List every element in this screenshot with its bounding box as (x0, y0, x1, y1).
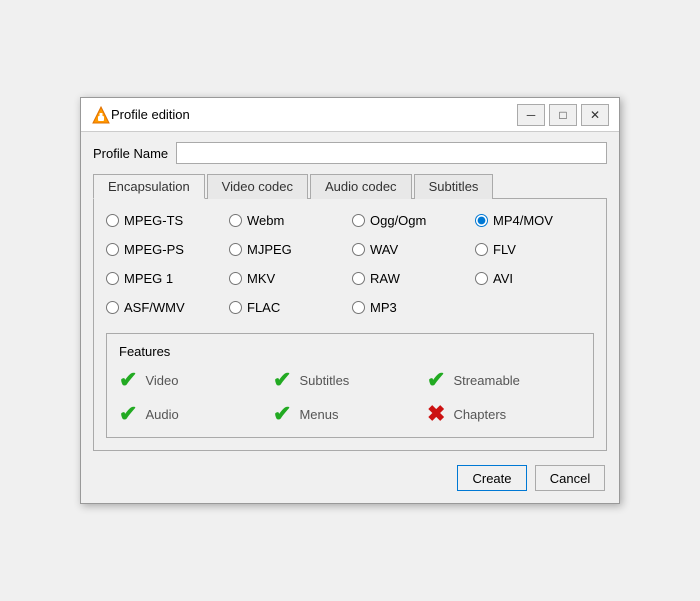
features-title: Features (119, 344, 581, 359)
option-ogg-ogm[interactable]: Ogg/Ogm (352, 213, 471, 228)
option-mpeg1[interactable]: MPEG 1 (106, 271, 225, 286)
option-flac[interactable]: FLAC (229, 300, 348, 315)
tab-content: MPEG-TS Webm Ogg/Ogm MP4/MOV MPEG-PS (93, 199, 607, 451)
profile-name-input[interactable] (176, 142, 607, 164)
feature-subtitles-label: Subtitles (299, 373, 349, 388)
option-mpeg-ts[interactable]: MPEG-TS (106, 213, 225, 228)
tab-subtitles[interactable]: Subtitles (414, 174, 494, 199)
button-row: Create Cancel (93, 465, 607, 491)
option-flv[interactable]: FLV (475, 242, 594, 257)
option-mpeg-ps[interactable]: MPEG-PS (106, 242, 225, 257)
profile-edition-window: Profile edition ─ □ ✕ Profile Name Encap… (80, 97, 620, 504)
features-grid: ✔ Video ✔ Subtitles ✔ Streamable ✔ Audio (119, 369, 581, 425)
feature-chapters: ✖ Chapters (427, 403, 581, 425)
tab-bar: Encapsulation Video codec Audio codec Su… (93, 174, 607, 199)
option-raw[interactable]: RAW (352, 271, 471, 286)
option-mp3[interactable]: MP3 (352, 300, 471, 315)
close-button[interactable]: ✕ (581, 104, 609, 126)
feature-video-label: Video (145, 373, 178, 388)
option-mjpeg[interactable]: MJPEG (229, 242, 348, 257)
feature-streamable: ✔ Streamable (427, 369, 581, 391)
feature-streamable-label: Streamable (453, 373, 519, 388)
title-bar: Profile edition ─ □ ✕ (81, 98, 619, 132)
option-avi[interactable]: AVI (475, 271, 594, 286)
tab-video-codec[interactable]: Video codec (207, 174, 308, 199)
option-webm[interactable]: Webm (229, 213, 348, 228)
tab-audio-codec[interactable]: Audio codec (310, 174, 412, 199)
check-icon: ✔ (119, 403, 137, 425)
option-asf-wmv[interactable]: ASF/WMV (106, 300, 225, 315)
maximize-button[interactable]: □ (549, 104, 577, 126)
feature-audio: ✔ Audio (119, 403, 273, 425)
window-content: Profile Name Encapsulation Video codec A… (81, 132, 619, 503)
feature-chapters-label: Chapters (453, 407, 506, 422)
cross-icon: ✖ (427, 403, 445, 425)
feature-audio-label: Audio (145, 407, 178, 422)
tab-encapsulation[interactable]: Encapsulation (93, 174, 205, 199)
check-icon: ✔ (427, 369, 445, 391)
feature-menus-label: Menus (299, 407, 338, 422)
window-controls: ─ □ ✕ (517, 104, 609, 126)
check-icon: ✔ (273, 369, 291, 391)
feature-menus: ✔ Menus (273, 403, 427, 425)
option-mkv[interactable]: MKV (229, 271, 348, 286)
feature-video: ✔ Video (119, 369, 273, 391)
option-wav[interactable]: WAV (352, 242, 471, 257)
vlc-icon (91, 105, 111, 125)
window-title: Profile edition (111, 107, 517, 122)
check-icon: ✔ (119, 369, 137, 391)
option-mp4-mov[interactable]: MP4/MOV (475, 213, 594, 228)
minimize-button[interactable]: ─ (517, 104, 545, 126)
profile-name-label: Profile Name (93, 146, 168, 161)
features-box: Features ✔ Video ✔ Subtitles ✔ Streamabl… (106, 333, 594, 438)
create-button[interactable]: Create (457, 465, 527, 491)
profile-name-row: Profile Name (93, 142, 607, 164)
check-icon: ✔ (273, 403, 291, 425)
feature-subtitles: ✔ Subtitles (273, 369, 427, 391)
cancel-button[interactable]: Cancel (535, 465, 605, 491)
encapsulation-options: MPEG-TS Webm Ogg/Ogm MP4/MOV MPEG-PS (106, 213, 594, 315)
